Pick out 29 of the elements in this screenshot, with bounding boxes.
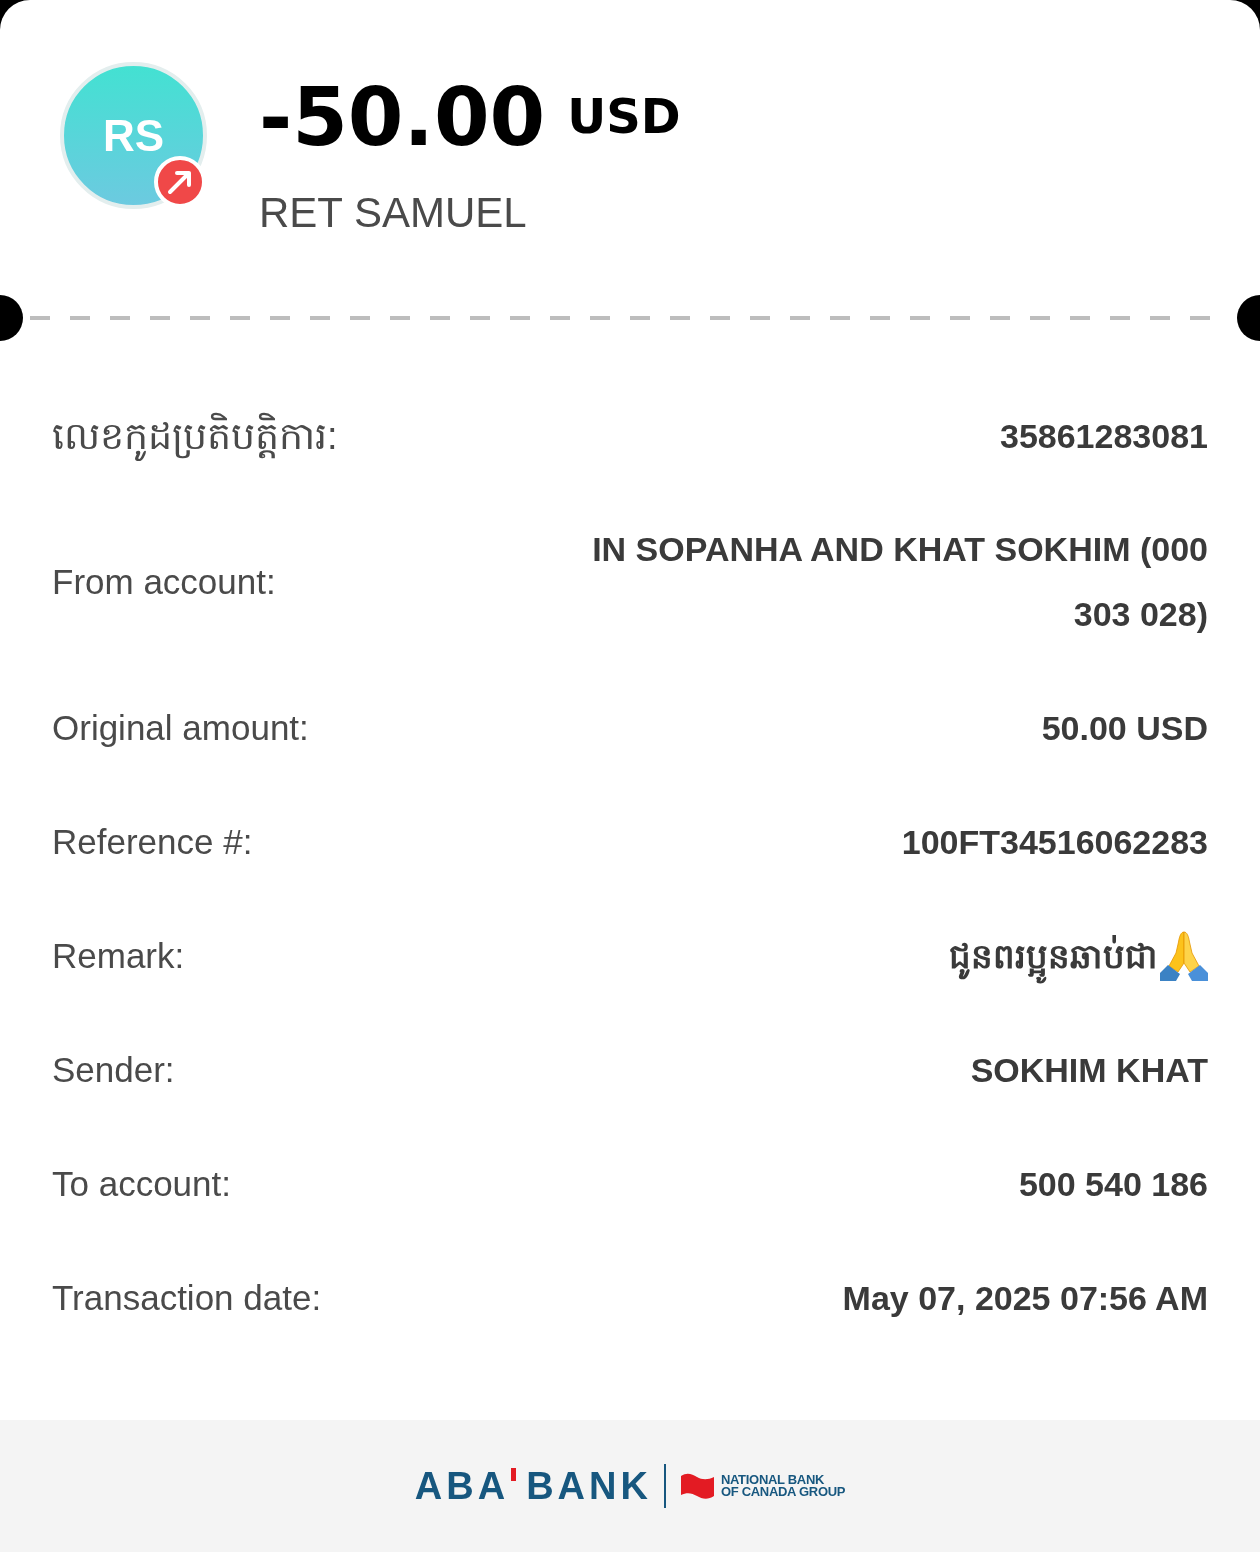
currency-text: USD bbox=[567, 92, 681, 140]
brand-text: BANK bbox=[526, 1467, 652, 1505]
recipient-name: RET SAMUEL bbox=[259, 192, 527, 234]
amount-text: -50.00 bbox=[259, 78, 546, 158]
flag-icon bbox=[680, 1472, 714, 1500]
brand-text: ABA bbox=[414, 1467, 510, 1505]
partner-name-text: NATIONAL BANK bbox=[720, 1474, 826, 1486]
detail-value: 500 540 186 bbox=[1018, 1163, 1208, 1205]
detail-value: 50.00 USD bbox=[1041, 707, 1208, 749]
detail-label: លេខកូដប្រតិបត្តិការ: bbox=[52, 403, 338, 469]
detail-label: From account: bbox=[52, 561, 276, 603]
detail-label: Original amount: bbox=[52, 707, 309, 749]
detail-label: Remark: bbox=[52, 935, 185, 977]
detail-value: May 07, 2025 07:56 AM bbox=[842, 1277, 1208, 1319]
detail-value: ជូនពរប្អូនឆាប់ជា bbox=[949, 923, 1158, 989]
accent-bar-icon bbox=[511, 1468, 517, 1481]
praying-hands-icon bbox=[1160, 931, 1208, 981]
detail-label: Reference #: bbox=[52, 821, 253, 863]
detail-value: 35861283081 bbox=[1000, 415, 1208, 457]
partner-name-text: OF CANADA GROUP bbox=[720, 1486, 846, 1498]
detail-label: Transaction date: bbox=[52, 1277, 322, 1319]
detail-label: To account: bbox=[52, 1163, 231, 1205]
detail-value: 100FT34516062283 bbox=[901, 821, 1208, 863]
avatar-initials: RS bbox=[102, 113, 165, 158]
detail-value: IN SOPANHA AND KHAT SOKHIM (000 303 028) bbox=[591, 529, 1208, 635]
ticket-notch bbox=[0, 295, 23, 341]
ticket-notch bbox=[1237, 295, 1260, 341]
detail-value: SOKHIM KHAT bbox=[970, 1049, 1208, 1091]
detail-label: Sender: bbox=[52, 1049, 175, 1091]
